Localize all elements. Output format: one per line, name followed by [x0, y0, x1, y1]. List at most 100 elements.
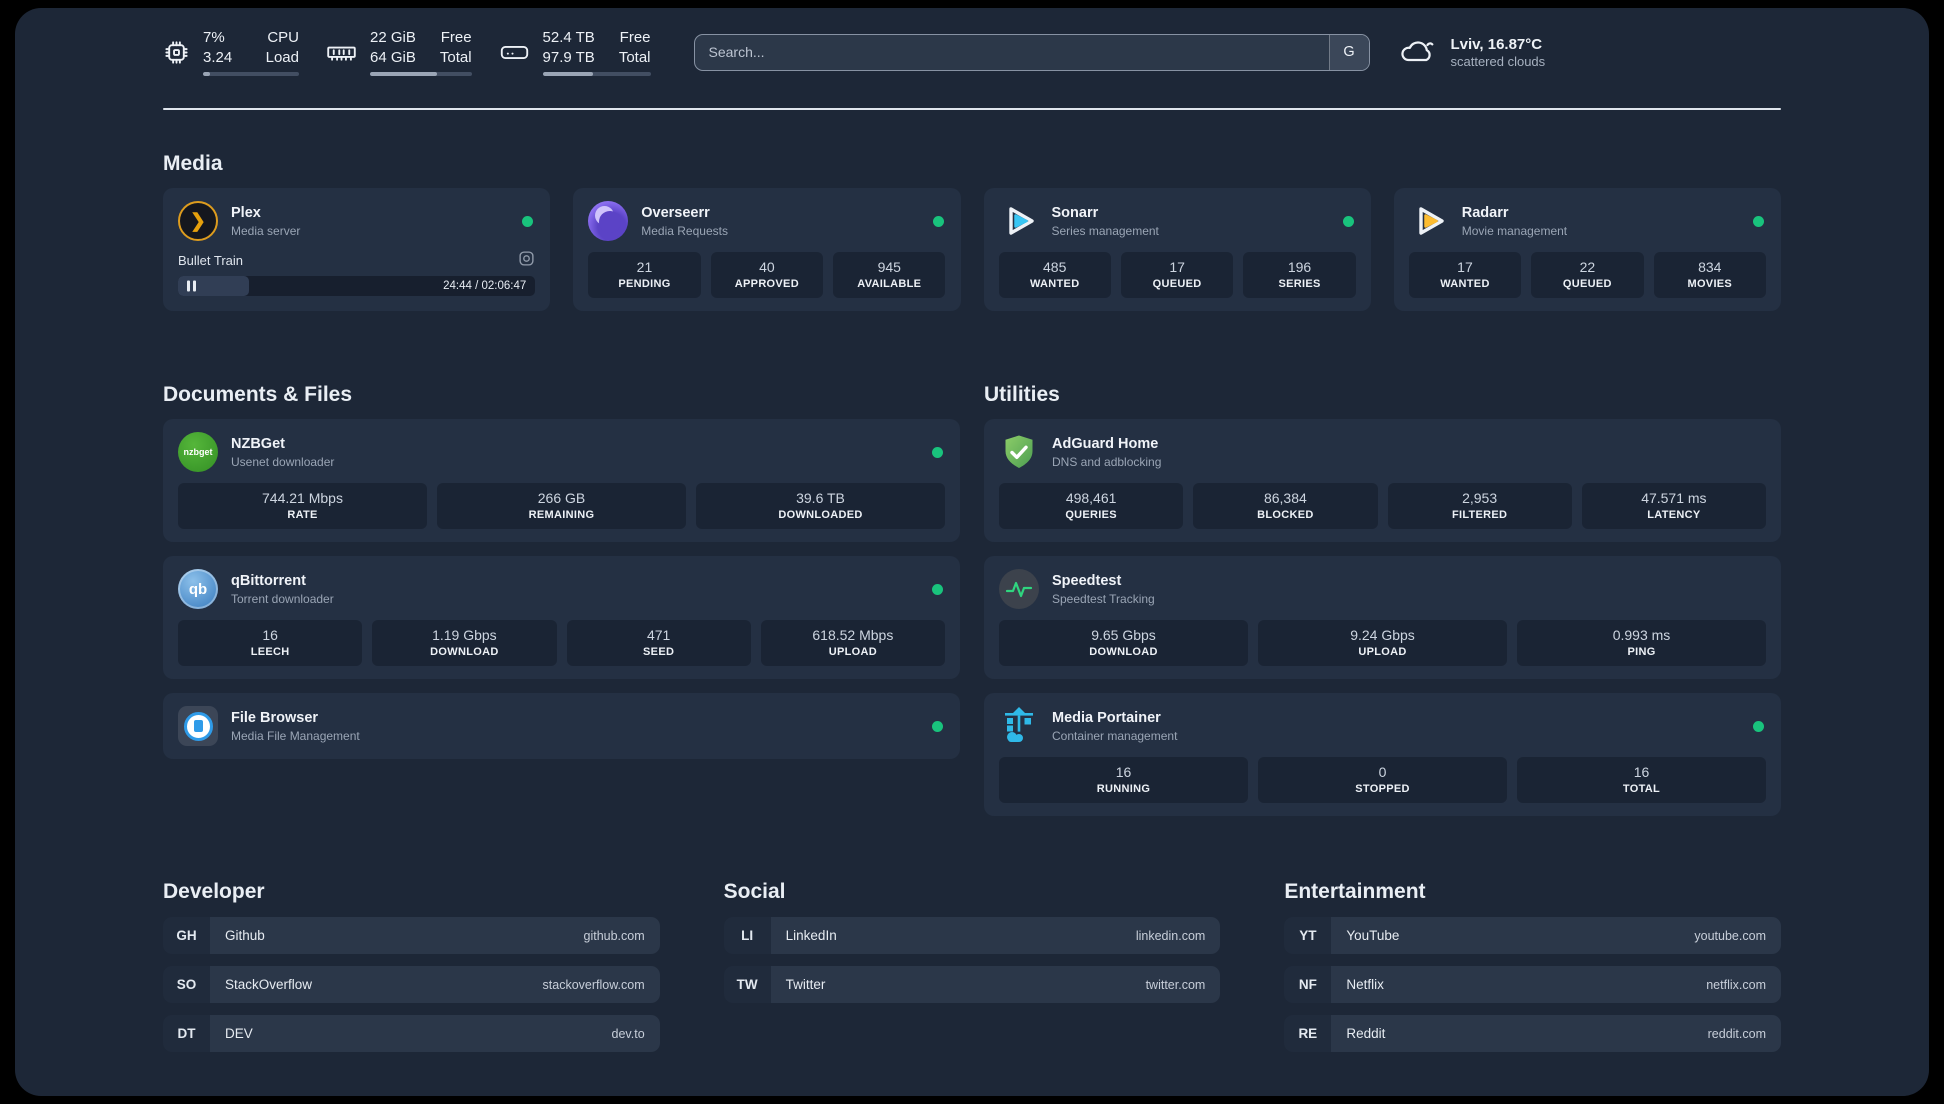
- portainer-icon: [999, 706, 1039, 746]
- bookmark-name[interactable]: Github: [225, 928, 265, 943]
- bookmark-group-social: Social LI LinkedIn linkedin.com TW Twitt…: [723, 880, 1221, 1064]
- app-card-adguard[interactable]: AdGuard Home DNS and adblocking 498,461 …: [984, 419, 1781, 542]
- bookmark-group-developer: Developer GH Github github.com SO StackO…: [163, 880, 660, 1064]
- app-name[interactable]: Plex: [231, 205, 300, 221]
- bookmark-name[interactable]: LinkedIn: [786, 928, 837, 943]
- stat-seed: 471 SEED: [566, 620, 751, 666]
- stat-blocked: 86,384 BLOCKED: [1193, 483, 1378, 529]
- disk-widget: 52.4 TB 97.9 TB Free Total: [499, 28, 651, 76]
- app-card-nzbget[interactable]: nzbget NZBGet Usenet downloader 744.21 M…: [163, 419, 960, 542]
- playback-time: 24:44 / 02:06:47: [443, 280, 527, 292]
- stat-queued: 22 QUEUED: [1531, 252, 1644, 298]
- media-type-icon: [518, 250, 535, 270]
- bookmark-name[interactable]: YouTube: [1346, 928, 1399, 943]
- bookmark-name[interactable]: Reddit: [1346, 1026, 1385, 1041]
- bookmark-abbr: RE: [1284, 1015, 1332, 1052]
- pause-icon: [187, 280, 196, 292]
- status-dot: [932, 721, 943, 732]
- bookmark-youtube[interactable]: YT YouTube youtube.com: [1284, 917, 1781, 954]
- bookmark-url: dev.to: [611, 1026, 645, 1041]
- memory-widget: 22 GiB 64 GiB Free Total: [326, 28, 472, 76]
- bookmark-url: stackoverflow.com: [542, 977, 645, 992]
- plex-icon: ❯: [178, 201, 218, 241]
- cpu-usage-bar-fill: [203, 72, 210, 76]
- app-card-sonarr[interactable]: Sonarr Series management 485 WANTED 17 Q…: [983, 188, 1371, 311]
- status-dot: [1342, 216, 1354, 227]
- nzbget-icon: nzbget: [178, 432, 218, 472]
- status-dot: [932, 584, 943, 595]
- bookmark-name[interactable]: Netflix: [1346, 977, 1384, 992]
- plex-now-playing: Bullet Train 24:44 / 02:06:47: [178, 250, 536, 296]
- radarr-icon: [1409, 201, 1449, 241]
- qbittorrent-icon: qb: [178, 569, 218, 609]
- search-input[interactable]: [694, 34, 1329, 70]
- status-dot: [1753, 216, 1764, 227]
- bookmark-stackoverflow[interactable]: SO StackOverflow stackoverflow.com: [163, 966, 660, 1003]
- bookmark-url: github.com: [583, 928, 645, 943]
- bookmark-name[interactable]: DEV: [225, 1026, 253, 1041]
- app-name[interactable]: Overseerr: [641, 205, 728, 221]
- app-card-plex[interactable]: ❯ Plex Media server Bullet Train 24:44 /…: [163, 188, 551, 311]
- bookmark-github[interactable]: GH Github github.com: [163, 917, 660, 954]
- app-name[interactable]: File Browser: [231, 710, 360, 726]
- app-desc: Torrent downloader: [231, 591, 334, 606]
- bookmark-reddit[interactable]: RE Reddit reddit.com: [1284, 1015, 1781, 1052]
- stat-filtered: 2,953 FILTERED: [1387, 483, 1572, 529]
- bookmark-group-title: Entertainment: [1284, 880, 1426, 903]
- app-desc: Media Requests: [641, 223, 728, 238]
- app-card-portainer[interactable]: Media Portainer Container management 16 …: [984, 693, 1781, 816]
- bookmark-group-title: Developer: [163, 880, 265, 903]
- bookmark-name[interactable]: Twitter: [786, 977, 826, 992]
- bookmark-netflix[interactable]: NF Netflix netflix.com: [1284, 966, 1781, 1003]
- stat-latency: 47.571 ms LATENCY: [1581, 483, 1766, 529]
- app-card-filebrowser[interactable]: File Browser Media File Management: [163, 693, 960, 759]
- bookmark-url: twitter.com: [1145, 977, 1206, 992]
- section-title-media: Media: [163, 152, 223, 175]
- disk-icon: [499, 39, 530, 66]
- app-name[interactable]: Media Portainer: [1052, 710, 1177, 726]
- app-desc: DNS and adblocking: [1052, 454, 1162, 469]
- stat-running: 16 RUNNING: [999, 757, 1248, 803]
- bookmark-twitter[interactable]: TW Twitter twitter.com: [723, 966, 1221, 1003]
- search-provider-button[interactable]: G: [1328, 34, 1369, 70]
- app-name[interactable]: NZBGet: [231, 436, 334, 452]
- app-name[interactable]: Sonarr: [1052, 205, 1159, 221]
- stat-approved: 40 APPROVED: [710, 252, 824, 298]
- app-name[interactable]: Radarr: [1462, 205, 1567, 221]
- memory-total-label: Total: [439, 48, 472, 66]
- memory-usage-bar: [370, 72, 472, 76]
- dashboard-page: 7% 3.24 CPU Load 22 GiB 64 GiB Free Tota…: [15, 8, 1929, 1096]
- overseerr-icon: [588, 201, 629, 241]
- cpu-percent: 7%: [203, 29, 225, 46]
- section-utilities: Utilities AdGuard Home DNS and adblockin…: [984, 383, 1781, 816]
- sonarr-icon: [999, 201, 1039, 241]
- topbar: 7% 3.24 CPU Load 22 GiB 64 GiB Free Tota…: [163, 28, 1781, 76]
- section-title-documents: Documents & Files: [163, 383, 353, 406]
- topbar-separator: [163, 108, 1781, 110]
- app-desc: Container management: [1052, 728, 1178, 743]
- app-desc: Speedtest Tracking: [1052, 591, 1155, 606]
- app-desc: Media File Management: [231, 728, 360, 743]
- filebrowser-icon: [178, 706, 218, 746]
- bookmark-abbr: LI: [723, 917, 771, 954]
- bookmark-name[interactable]: StackOverflow: [225, 977, 312, 992]
- memory-free-label: Free: [440, 29, 472, 46]
- app-name[interactable]: AdGuard Home: [1052, 436, 1161, 452]
- bookmark-dev[interactable]: DT DEV dev.to: [163, 1015, 660, 1052]
- bookmark-url: linkedin.com: [1135, 928, 1206, 943]
- stat-upload: 9.24 Gbps UPLOAD: [1258, 620, 1507, 666]
- disk-usage-bar: [542, 72, 651, 76]
- app-desc: Series management: [1051, 223, 1159, 238]
- app-card-radarr[interactable]: Radarr Movie management 17 WANTED 22 QUE…: [1393, 188, 1781, 311]
- stat-wanted: 485 WANTED: [998, 252, 1111, 298]
- app-name[interactable]: Speedtest: [1052, 573, 1155, 589]
- app-name[interactable]: qBittorrent: [231, 573, 334, 589]
- cloud-icon: [1398, 34, 1438, 71]
- bookmark-linkedin[interactable]: LI LinkedIn linkedin.com: [723, 917, 1221, 954]
- app-card-speedtest[interactable]: Speedtest Speedtest Tracking 9.65 Gbps D…: [984, 556, 1781, 679]
- app-desc: Movie management: [1461, 223, 1568, 238]
- bookmark-url: youtube.com: [1694, 928, 1766, 943]
- app-card-qbittorrent[interactable]: qb qBittorrent Torrent downloader 16 LEE…: [163, 556, 960, 679]
- app-card-overseerr[interactable]: Overseerr Media Requests 21 PENDING 40 A…: [573, 188, 961, 311]
- disk-total-value: 97.9 TB: [542, 48, 595, 66]
